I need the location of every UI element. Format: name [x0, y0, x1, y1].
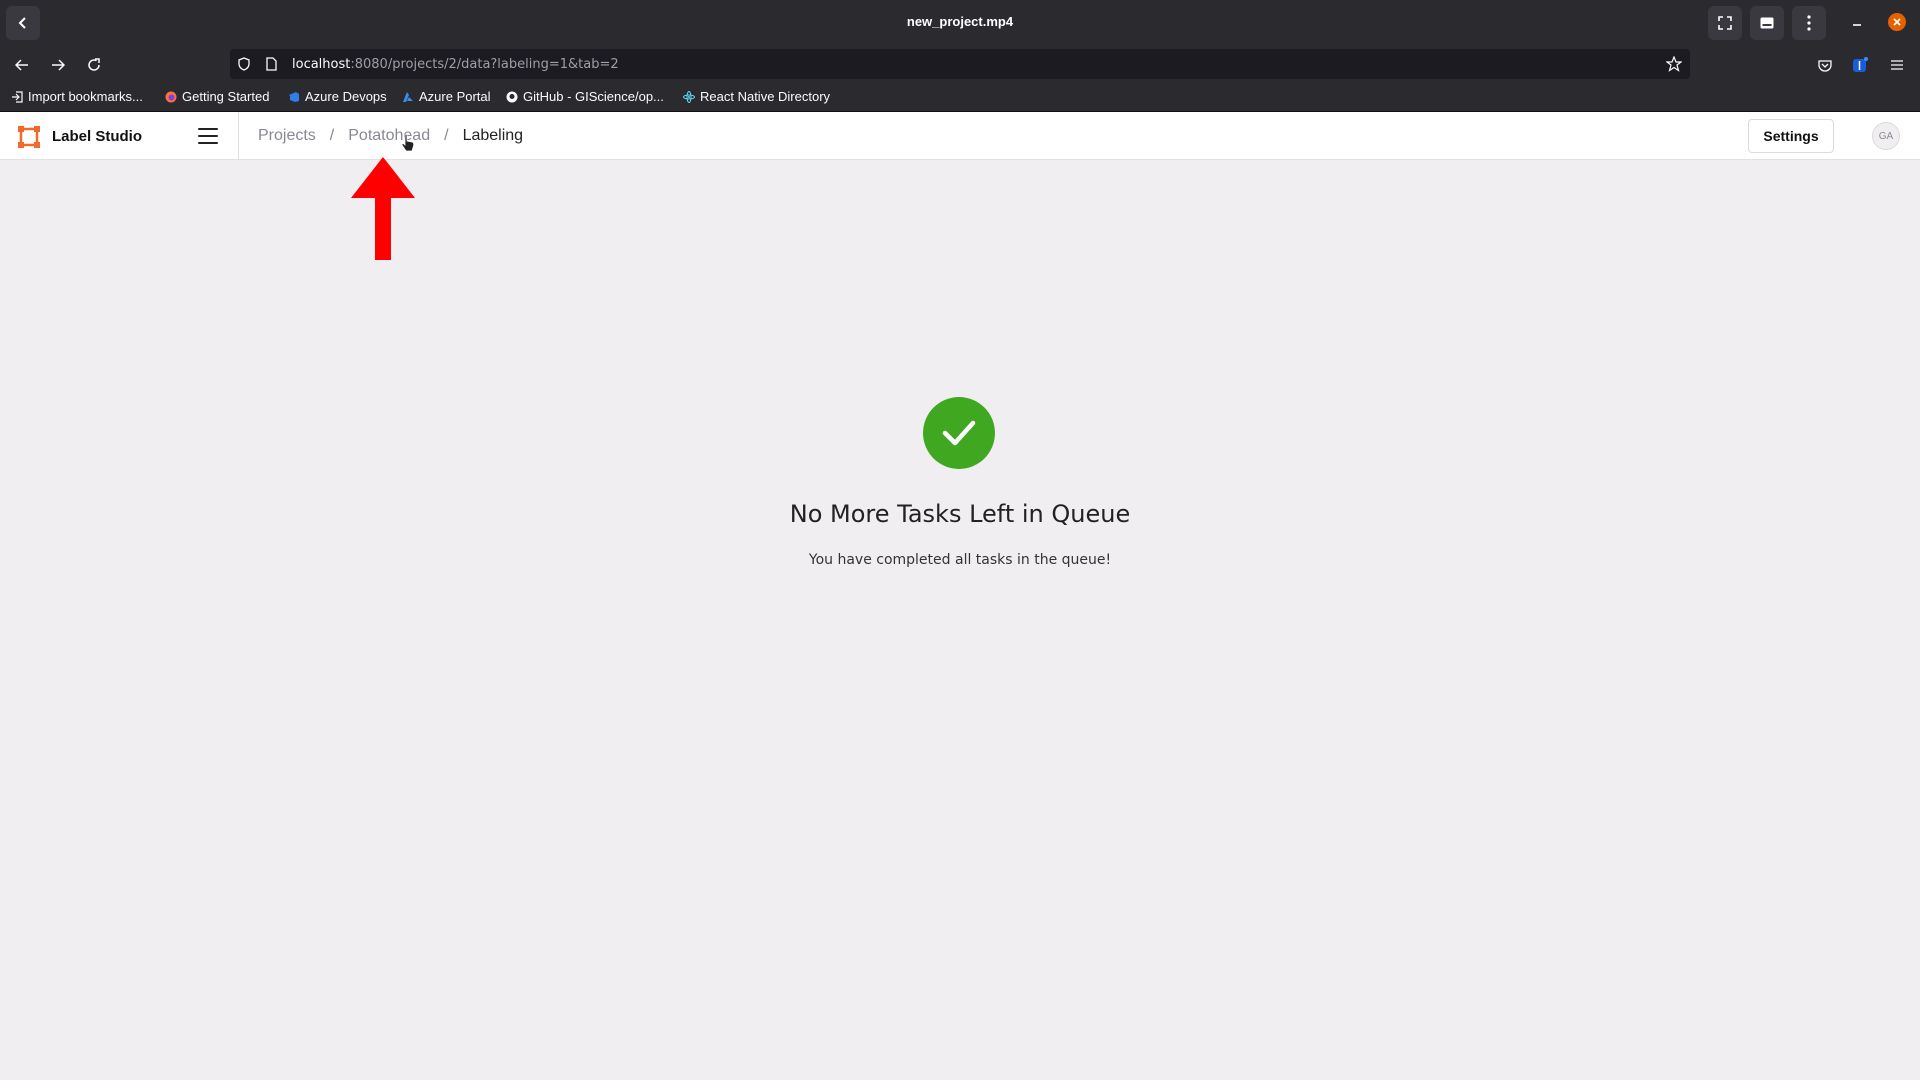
azure-icon	[402, 91, 414, 103]
minimize-button[interactable]	[1842, 10, 1872, 34]
breadcrumb: Projects / Potatohead / Labeling	[258, 127, 523, 145]
bookmark-getting-started[interactable]: Getting Started	[165, 89, 269, 104]
firefox-icon	[165, 91, 177, 103]
bookmark-label: Getting Started	[182, 89, 270, 104]
header-divider	[238, 112, 239, 160]
bookmark-azure-portal[interactable]: Azure Portal	[402, 89, 491, 104]
url-text: localhost:8080/projects/2/data?labeling=…	[292, 57, 619, 72]
breadcrumb-projects[interactable]: Projects	[258, 127, 316, 145]
label-studio-logo-icon	[18, 126, 40, 148]
hamburger-icon	[1891, 60, 1903, 70]
fullscreen-button[interactable]	[1708, 6, 1742, 40]
mouse-cursor-icon	[401, 134, 415, 152]
subtitles-icon	[1760, 17, 1774, 29]
hamburger-menu-icon[interactable]	[198, 128, 218, 144]
close-button[interactable]	[1888, 13, 1906, 31]
browser-forward-button[interactable]	[47, 54, 69, 76]
url-bar[interactable]: localhost:8080/projects/2/data?labeling=…	[230, 49, 1690, 79]
breadcrumb-separator: /	[329, 127, 335, 144]
empty-queue-subtext: You have completed all tasks in the queu…	[808, 552, 1112, 568]
azure-devops-icon	[288, 91, 300, 103]
success-check-icon	[923, 397, 995, 469]
pocket-button[interactable]	[1814, 54, 1836, 76]
bookmark-react-native-directory[interactable]: React Native Directory	[683, 89, 830, 104]
browser-back-button[interactable]	[11, 54, 33, 76]
arrow-right-icon	[52, 59, 65, 71]
window-titlebar: new_project.mp4	[0, 0, 1920, 45]
shield-icon	[238, 57, 250, 71]
reload-icon	[88, 58, 100, 71]
arrow-left-icon	[15, 59, 28, 71]
subtitles-button[interactable]	[1750, 6, 1784, 40]
settings-button[interactable]: Settings	[1748, 119, 1834, 153]
bookmark-label: Azure Portal	[419, 89, 491, 104]
bitwarden-extension-button[interactable]	[1849, 54, 1871, 76]
star-icon[interactable]	[1666, 56, 1682, 72]
bookmarks-bar: Import bookmarks... Getting Started Azur…	[0, 83, 1920, 112]
pocket-icon	[1818, 59, 1832, 72]
bookmark-label: Import bookmarks...	[28, 89, 143, 104]
bookmark-azure-devops[interactable]: Azure Devops	[288, 89, 387, 104]
bookmark-github[interactable]: GitHub - GIScience/op...	[506, 89, 664, 104]
annotation-arrow-icon	[351, 157, 415, 260]
url-path: :8080/projects/2/data?labeling=1&tab=2	[350, 57, 619, 72]
breadcrumb-labeling: Labeling	[462, 127, 524, 144]
app-brand[interactable]: Label Studio	[52, 128, 142, 145]
app-menu-button[interactable]	[1886, 54, 1908, 76]
kebab-menu-icon	[1807, 15, 1811, 31]
url-host: localhost	[292, 57, 351, 72]
breadcrumb-separator: /	[444, 127, 449, 144]
close-icon	[1893, 18, 1901, 26]
minimize-icon	[1853, 24, 1861, 26]
bookmark-label: React Native Directory	[700, 89, 831, 104]
fullscreen-icon	[1718, 16, 1732, 30]
bitwarden-icon	[1853, 57, 1868, 72]
app-header: Label Studio Projects / Potatohead / Lab…	[0, 112, 1920, 160]
import-icon	[11, 90, 23, 103]
bookmark-label: GitHub - GIScience/op...	[523, 89, 664, 104]
avatar[interactable]: GA	[1872, 122, 1900, 150]
window-title: new_project.mp4	[906, 14, 1014, 29]
bookmark-import[interactable]: Import bookmarks...	[11, 89, 143, 104]
github-icon	[506, 91, 518, 103]
reload-button[interactable]	[83, 54, 105, 76]
breadcrumb-project-potatohead[interactable]: Potatohead	[348, 127, 430, 145]
browser-navbar: localhost:8080/projects/2/data?labeling=…	[0, 45, 1920, 83]
bookmark-label: Azure Devops	[305, 89, 387, 104]
react-icon	[683, 90, 695, 103]
page-icon	[266, 57, 277, 71]
empty-queue-heading: No More Tasks Left in Queue	[789, 500, 1131, 528]
menu-button[interactable]	[1792, 6, 1826, 40]
